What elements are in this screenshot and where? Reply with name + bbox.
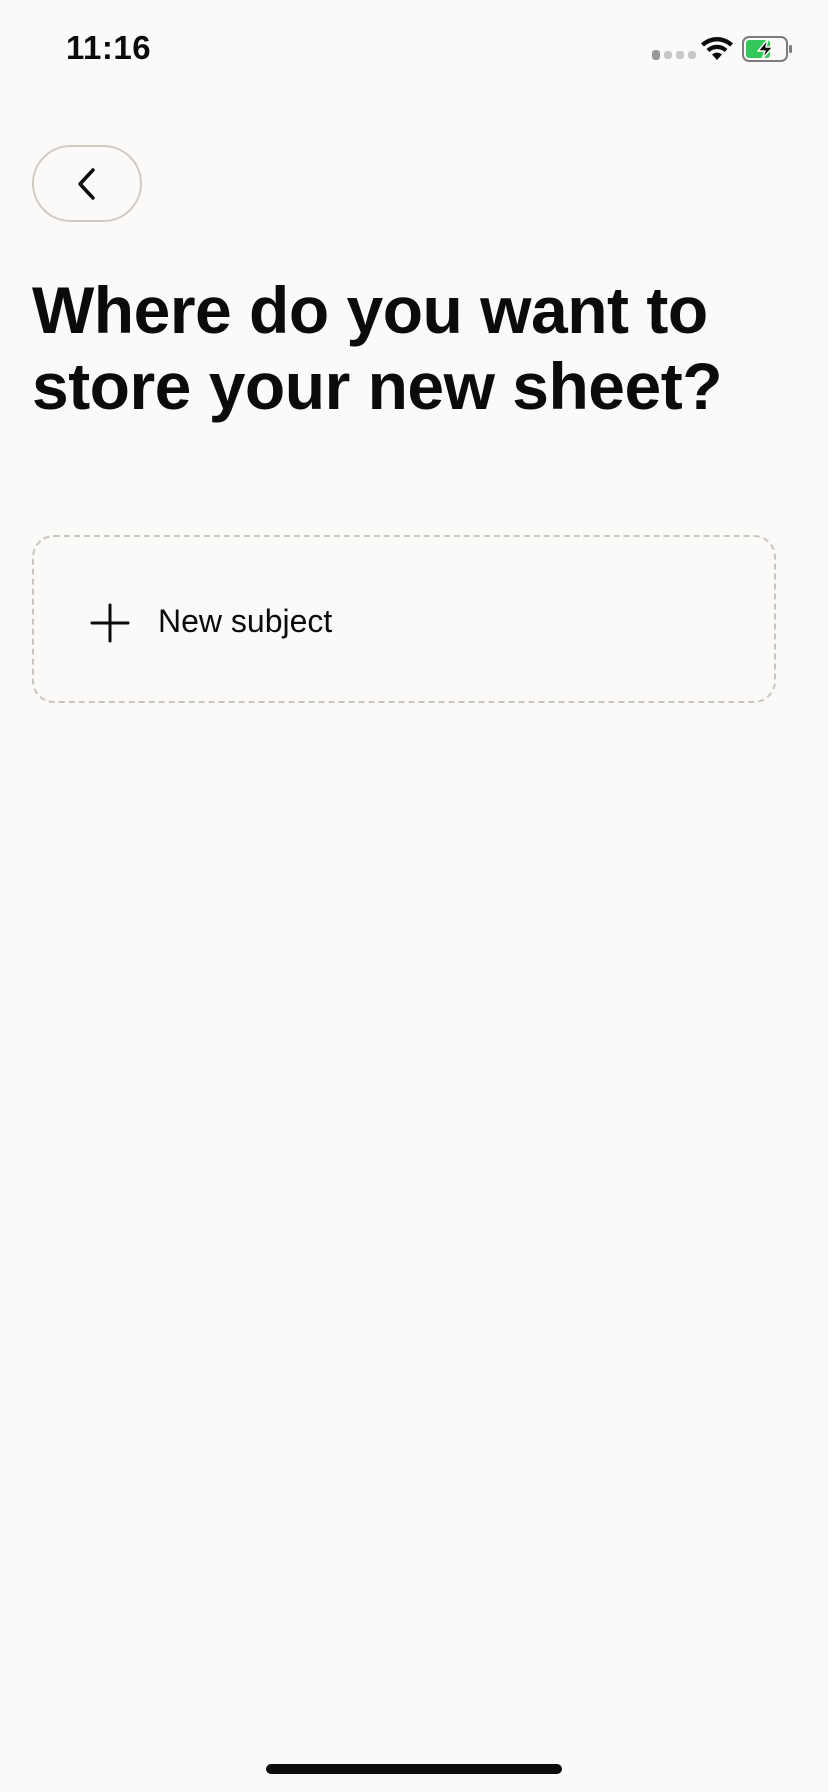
new-subject-label: New subject [158,603,333,639]
page-title: Where do you want to store your new shee… [32,273,723,423]
home-indicator[interactable] [266,1764,562,1774]
cellular-signal-icon [652,50,696,60]
status-bar: 11:16 [0,0,828,100]
battery-charging-icon [742,36,792,62]
chevron-left-icon [78,167,95,200]
back-button[interactable] [32,145,142,222]
wifi-icon [701,37,733,60]
plus-icon [90,603,130,643]
status-time: 11:16 [66,29,152,66]
new-subject-button[interactable]: New subject [32,535,776,703]
